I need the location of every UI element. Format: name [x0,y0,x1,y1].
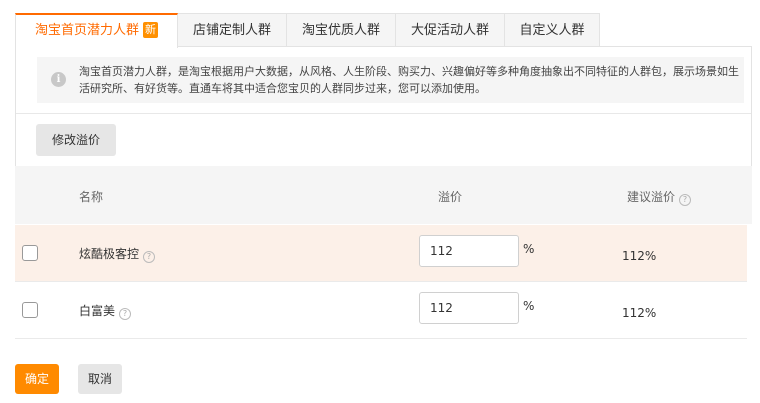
tab-quality-crowd[interactable]: 淘宝优质人群 [286,13,396,47]
tab-store-custom[interactable]: 店铺定制人群 [177,13,287,47]
tab-label: 自定义人群 [519,23,585,38]
column-header-premium: 溢价 [438,190,463,204]
tab-homepage-potential[interactable]: 淘宝首页潜力人群新 [15,13,178,48]
help-icon[interactable]: ? [119,308,132,320]
table-row: 炫酷极客控? 112 % 112% [15,225,747,282]
column-header-suggested: 建议溢价? [627,188,692,206]
row-checkbox[interactable] [22,302,38,318]
percent-unit: % [523,299,535,313]
crowd-name: 白富美 [79,304,116,318]
help-icon[interactable]: ? [679,194,692,206]
crowd-name-cell: 白富美? [79,302,132,320]
premium-input[interactable]: 112 [419,235,519,267]
tab-panel: i 淘宝首页潜力人群，是淘宝根据用户大数据，从风格、人生阶段、购买力、兴趣偏好等… [15,46,752,167]
tab-label: 店铺定制人群 [192,23,271,38]
help-icon[interactable]: ? [143,251,156,263]
column-header-label: 建议溢价 [627,190,676,204]
premium-input[interactable]: 112 [419,292,519,324]
tab-label: 淘宝首页潜力人群 [34,23,139,38]
info-icon: i [51,72,66,87]
tab-promotion-crowd[interactable]: 大促活动人群 [395,13,505,47]
crowd-name-cell: 炫酷极客控? [79,245,156,263]
confirm-button[interactable]: 确定 [15,364,59,394]
table-header: 名称 溢价 建议溢价? [15,166,752,224]
tab-bar: 淘宝首页潜力人群新 店铺定制人群 淘宝优质人群 大促活动人群 自定义人群 [15,13,600,48]
edit-premium-button[interactable]: 修改溢价 [36,124,116,156]
tab-label: 大促活动人群 [410,23,489,38]
column-header-name: 名称 [79,190,104,204]
cancel-button[interactable]: 取消 [78,364,122,394]
divider [16,113,751,114]
tab-custom-crowd[interactable]: 自定义人群 [504,13,600,47]
suggested-premium: 112% [622,249,657,263]
percent-unit: % [523,242,535,256]
info-box: i 淘宝首页潜力人群，是淘宝根据用户大数据，从风格、人生阶段、购买力、兴趣偏好等… [37,57,744,103]
tab-label: 淘宝优质人群 [301,23,380,38]
row-checkbox[interactable] [22,245,38,261]
table-row: 白富美? 112 % 112% [15,282,747,339]
crowd-name: 炫酷极客控 [79,247,140,261]
suggested-premium: 112% [622,306,657,320]
new-badge: 新 [143,22,158,38]
info-text: 淘宝首页潜力人群，是淘宝根据用户大数据，从风格、人生阶段、购买力、兴趣偏好等多种… [79,65,739,95]
